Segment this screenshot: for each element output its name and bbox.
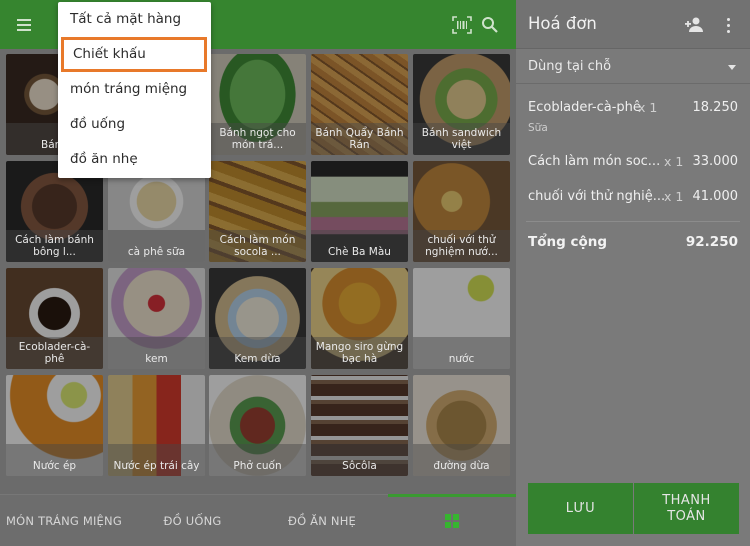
product-label: Nước ép [6,444,103,476]
line-item-name: chuối với thử nghiệ... [528,189,666,204]
invoice-title: Hoá đơn [528,14,597,33]
product-tile[interactable]: Bánh ngọt cho món trá... [209,54,306,155]
product-tile[interactable]: Chè Ba Màu [311,161,408,262]
invoice-line[interactable]: Cách làm món soc... x 1 33.000 [516,154,750,176]
line-item-amount: 41.000 [692,189,739,204]
product-label: đường dừa [413,444,510,476]
active-tab-indicator [388,494,516,497]
line-item-qty: x 1 [664,189,684,204]
product-label: Kem dừa [209,337,306,369]
product-tile[interactable]: Phở cuốn [209,375,306,476]
search-icon[interactable] [480,15,500,35]
product-label: Bánh sandwich việt [413,123,510,155]
invoice-line[interactable]: chuối với thử nghiệ... x 1 41.000 [516,189,750,211]
product-label: Cách làm món socola ... [209,230,306,262]
hamburger-menu-icon[interactable] [14,16,36,34]
product-tile[interactable]: chuối với thử nghiệm nướ... [413,161,510,262]
line-item-qty: x 1 [638,100,658,115]
line-item-name: Cách làm món soc... [528,154,661,169]
invoice-panel: Hoá đơn Dùng tại chỗ Ecoblader-cà-phê x … [516,0,750,546]
product-tile[interactable]: Mango siro gừng bạc hà [311,268,408,369]
chevron-down-icon [728,65,736,70]
product-tile[interactable]: Bánh sandwich việt [413,54,510,155]
invoice-line[interactable]: Ecoblader-cà-phê x 1 18.250 Sữa [516,100,750,140]
pay-button[interactable]: THANH TOÁN [634,483,739,534]
category-tab-drinks[interactable]: ĐỒ UỐNG [130,495,255,546]
product-tile[interactable]: Cách làm món socola ... [209,161,306,262]
product-tile[interactable]: Nước ép trái cây [108,375,205,476]
product-label: cà phê sữa [108,230,205,262]
order-type-select[interactable]: Dùng tại chỗ [516,50,750,84]
dropdown-item-snacks[interactable]: đồ ăn nhẹ [58,142,211,177]
pay-button-label-line1: THANH [662,493,711,508]
product-label: Bánh Quẩy Bánh Rán [311,123,408,155]
add-person-icon[interactable] [684,15,706,35]
product-tile[interactable]: Ecoblader-cà-phê [6,268,103,369]
dropdown-item-drinks[interactable]: đồ uống [58,107,211,142]
product-label: Ecoblader-cà-phê [6,337,103,369]
product-tile[interactable]: Nước ép [6,375,103,476]
product-tile[interactable]: Bánh Quẩy Bánh Rán [311,54,408,155]
pos-app: Bánh Bánh ngọt cho món trá... Bánh Quẩy Bá… [0,0,750,546]
line-item-name: Ecoblader-cà-phê [528,100,641,115]
product-tile[interactable]: đường dừa [413,375,510,476]
category-dropdown-menu: Tất cả mặt hàng Chiết khấu món tráng miệ… [58,2,211,178]
line-item-qty: x 1 [664,154,684,169]
product-tile[interactable]: Sôcôla [311,375,408,476]
product-tile[interactable]: kem [108,268,205,369]
category-tab-desserts[interactable]: MÓN TRÁNG MIỆNG [0,495,128,546]
dropdown-item-all-items[interactable]: Tất cả mặt hàng [58,2,211,37]
product-tile[interactable]: Kem dừa [209,268,306,369]
invoice-header: Hoá đơn [516,0,750,49]
category-tab-snacks[interactable]: ĐỒ ĂN NHẸ [258,495,386,546]
divider [526,221,740,222]
line-item-amount: 18.250 [692,100,739,115]
total-value: 92.250 [685,234,738,250]
product-tile[interactable]: nước [413,268,510,369]
more-vertical-icon[interactable] [724,16,734,36]
dropdown-item-discount[interactable]: Chiết khấu [61,37,207,72]
product-label: Nước ép trái cây [108,444,205,476]
product-label: Bánh ngọt cho món trá... [209,123,306,155]
order-type-value: Dùng tại chỗ [528,59,612,74]
product-label: kem [108,337,205,369]
barcode-scan-icon[interactable] [452,16,472,34]
line-item-amount: 33.000 [692,154,739,169]
grid-view-icon[interactable] [445,514,459,528]
product-label: Cách làm bánh bông l... [6,230,103,262]
product-panel: Bánh Bánh ngọt cho món trá... Bánh Quẩy Bá… [0,0,516,546]
category-bar: MÓN TRÁNG MIỆNG ĐỒ UỐNG ĐỒ ĂN NHẸ [0,494,516,546]
line-item-note: Sữa [528,122,548,134]
save-button[interactable]: LƯU [528,483,633,534]
pay-button-label-line2: TOÁN [667,509,706,524]
product-label: Phở cuốn [209,444,306,476]
product-label: chuối với thử nghiệm nướ... [413,230,510,262]
total-label: Tổng cộng [528,234,608,250]
product-label: nước [413,337,510,369]
product-label: Mango siro gừng bạc hà [311,337,408,369]
product-label: Chè Ba Màu [311,230,408,262]
dropdown-item-desserts[interactable]: món tráng miệng [58,72,211,107]
product-label: Sôcôla [311,444,408,476]
